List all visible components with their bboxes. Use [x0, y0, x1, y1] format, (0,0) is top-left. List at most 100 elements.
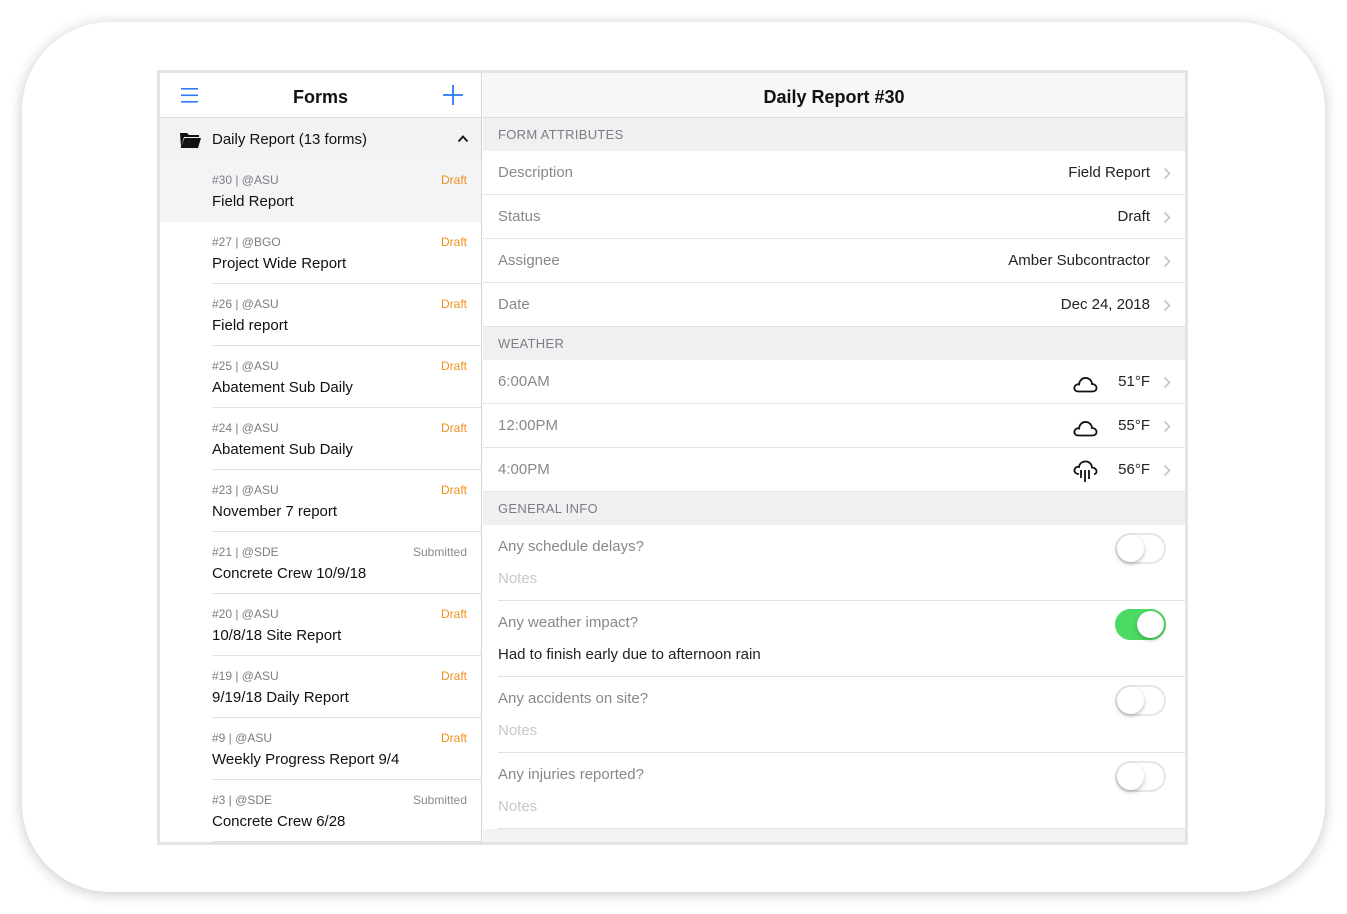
chevron-right-icon [1163, 255, 1171, 268]
attribute-label: Assignee [498, 252, 560, 269]
form-meta: #3 | @SDE [212, 793, 272, 807]
app-screen: Forms Daily Report (13 forms) #30 | @ASU… [157, 70, 1188, 845]
folder-group-daily-report[interactable]: Daily Report (13 forms) [160, 118, 481, 160]
form-title: Project Wide Report [212, 255, 347, 272]
question-label: Any accidents on site? [498, 690, 649, 707]
status-badge: Draft [440, 235, 467, 249]
attribute-label: Status [498, 208, 541, 225]
weather-row[interactable]: 4:00PM 56°F [483, 448, 1185, 492]
form-list-item[interactable]: #20 | @ASU 10/8/18 Site Report Draft [160, 594, 481, 656]
cloud-icon [1073, 377, 1098, 393]
cloud-icon [1073, 421, 1098, 437]
detail-header: Daily Report #30 [483, 73, 1185, 118]
toggle-switch[interactable] [1115, 609, 1166, 640]
form-list-item[interactable]: #26 | @ASU Field report Draft [160, 284, 481, 346]
toggle-knob [1117, 535, 1144, 562]
form-list-item[interactable]: #21 | @SDE Concrete Crew 10/9/18 Submitted [160, 532, 481, 594]
general-info-row: Any weather impact? Had to finish early d… [483, 601, 1185, 677]
toggle-switch[interactable] [1115, 533, 1166, 564]
toggle-switch[interactable] [1115, 685, 1166, 716]
attribute-row-description[interactable]: Description Field Report [483, 151, 1185, 195]
weather-row[interactable]: 12:00PM 55°F [483, 404, 1185, 448]
form-list-item[interactable]: #23 | @ASU November 7 report Draft [160, 470, 481, 532]
notes-field[interactable]: Notes [498, 722, 537, 739]
form-meta: #21 | @SDE [212, 545, 279, 559]
chevron-right-icon [1163, 211, 1171, 224]
chevron-right-icon [1163, 299, 1171, 312]
notes-field[interactable]: Notes [498, 570, 537, 587]
status-badge: Submitted [412, 545, 467, 559]
status-badge: Submitted [412, 793, 467, 807]
status-badge: Draft [440, 297, 467, 311]
attribute-value: Draft [1117, 208, 1150, 225]
form-meta: #25 | @ASU [212, 359, 279, 373]
chevron-right-icon [1163, 376, 1171, 389]
forms-sidebar: Forms Daily Report (13 forms) #30 | @ASU… [160, 73, 482, 842]
weather-temp: 56°F [1118, 461, 1150, 478]
section-form-attributes: FORM ATTRIBUTES [483, 118, 1185, 151]
weather-temp: 51°F [1118, 373, 1150, 390]
attribute-value: Amber Subcontractor [1008, 252, 1150, 269]
form-title: Concrete Crew 10/9/18 [212, 565, 367, 582]
detail-title: Daily Report #30 [763, 87, 905, 107]
attribute-label: Description [498, 164, 574, 181]
weather-time: 6:00AM [498, 373, 550, 390]
section-general-info: GENERAL INFO [483, 492, 1185, 525]
general-info-row: Any accidents on site? Notes [483, 677, 1185, 753]
notes-field[interactable]: Notes [498, 798, 537, 815]
general-info-row: Any schedule delays? Notes [483, 525, 1185, 601]
status-badge: Draft [440, 173, 467, 187]
status-badge: Draft [440, 607, 467, 621]
form-title: Abatement Sub Daily [212, 441, 353, 458]
notes-field[interactable]: Had to finish early due to afternoon rai… [498, 646, 761, 663]
form-meta: #23 | @ASU [212, 483, 279, 497]
weather-row[interactable]: 6:00AM 51°F [483, 360, 1185, 404]
form-detail: Daily Report #30 FORM ATTRIBUTES Descrip… [483, 73, 1185, 842]
weather-time: 12:00PM [498, 417, 559, 434]
folder-group-label: Daily Report (13 forms) [212, 131, 368, 148]
form-title: Abatement Sub Daily [212, 379, 353, 396]
form-meta: #20 | @ASU [212, 607, 279, 621]
form-list-item[interactable]: #3 | @SDE Concrete Crew 6/28 Submitted [160, 780, 481, 842]
chevron-right-icon [1163, 167, 1171, 180]
section-weather: WEATHER [483, 327, 1185, 360]
form-title: November 7 report [212, 503, 338, 520]
form-title: Weekly Progress Report 9/4 [212, 751, 400, 768]
form-meta: #30 | @ASU [212, 173, 279, 187]
folder-icon [180, 133, 201, 148]
form-meta: #9 | @ASU [212, 731, 272, 745]
chevron-right-icon [1163, 464, 1171, 477]
toggle-knob [1117, 763, 1144, 790]
plus-icon[interactable] [443, 85, 463, 105]
form-title: 9/19/18 Daily Report [212, 689, 349, 706]
attribute-label: Date [498, 296, 530, 313]
form-list-item[interactable]: #27 | @BGO Project Wide Report Draft [160, 222, 481, 284]
row-divider [498, 828, 1185, 829]
attribute-row-status[interactable]: Status Draft [483, 195, 1185, 239]
form-meta: #24 | @ASU [212, 421, 279, 435]
form-attributes-list: Description Field Report Status Draft Assign… [483, 151, 1185, 327]
chevron-right-icon [1163, 420, 1171, 433]
question-label: Any schedule delays? [498, 538, 644, 555]
form-list-item[interactable]: #30 | @ASU Field Report Draft [160, 160, 481, 222]
status-badge: Draft [440, 421, 467, 435]
forms-title: Forms [292, 87, 348, 107]
toggle-switch[interactable] [1115, 761, 1166, 792]
form-list-item[interactable]: #9 | @ASU Weekly Progress Report 9/4 Draft [160, 718, 481, 780]
form-list: #30 | @ASU Field Report Draft #27 | @BGO Pro… [160, 160, 481, 842]
attribute-row-assignee[interactable]: Assignee Amber Subcontractor [483, 239, 1185, 283]
chevron-up-icon[interactable] [457, 134, 469, 143]
form-list-item[interactable]: #19 | @ASU 9/19/18 Daily Report Draft [160, 656, 481, 718]
toggle-knob [1137, 611, 1164, 638]
row-divider [212, 841, 481, 842]
form-list-item[interactable]: #25 | @ASU Abatement Sub Daily Draft [160, 346, 481, 408]
attribute-value: Dec 24, 2018 [1060, 296, 1150, 313]
status-badge: Draft [440, 669, 467, 683]
toggle-knob [1117, 687, 1144, 714]
question-label: Any injuries reported? [498, 766, 644, 783]
form-meta: #19 | @ASU [212, 669, 279, 683]
status-badge: Draft [440, 731, 467, 745]
form-meta: #26 | @ASU [212, 297, 279, 311]
attribute-row-date[interactable]: Date Dec 24, 2018 [483, 283, 1185, 327]
form-list-item[interactable]: #24 | @ASU Abatement Sub Daily Draft [160, 408, 481, 470]
